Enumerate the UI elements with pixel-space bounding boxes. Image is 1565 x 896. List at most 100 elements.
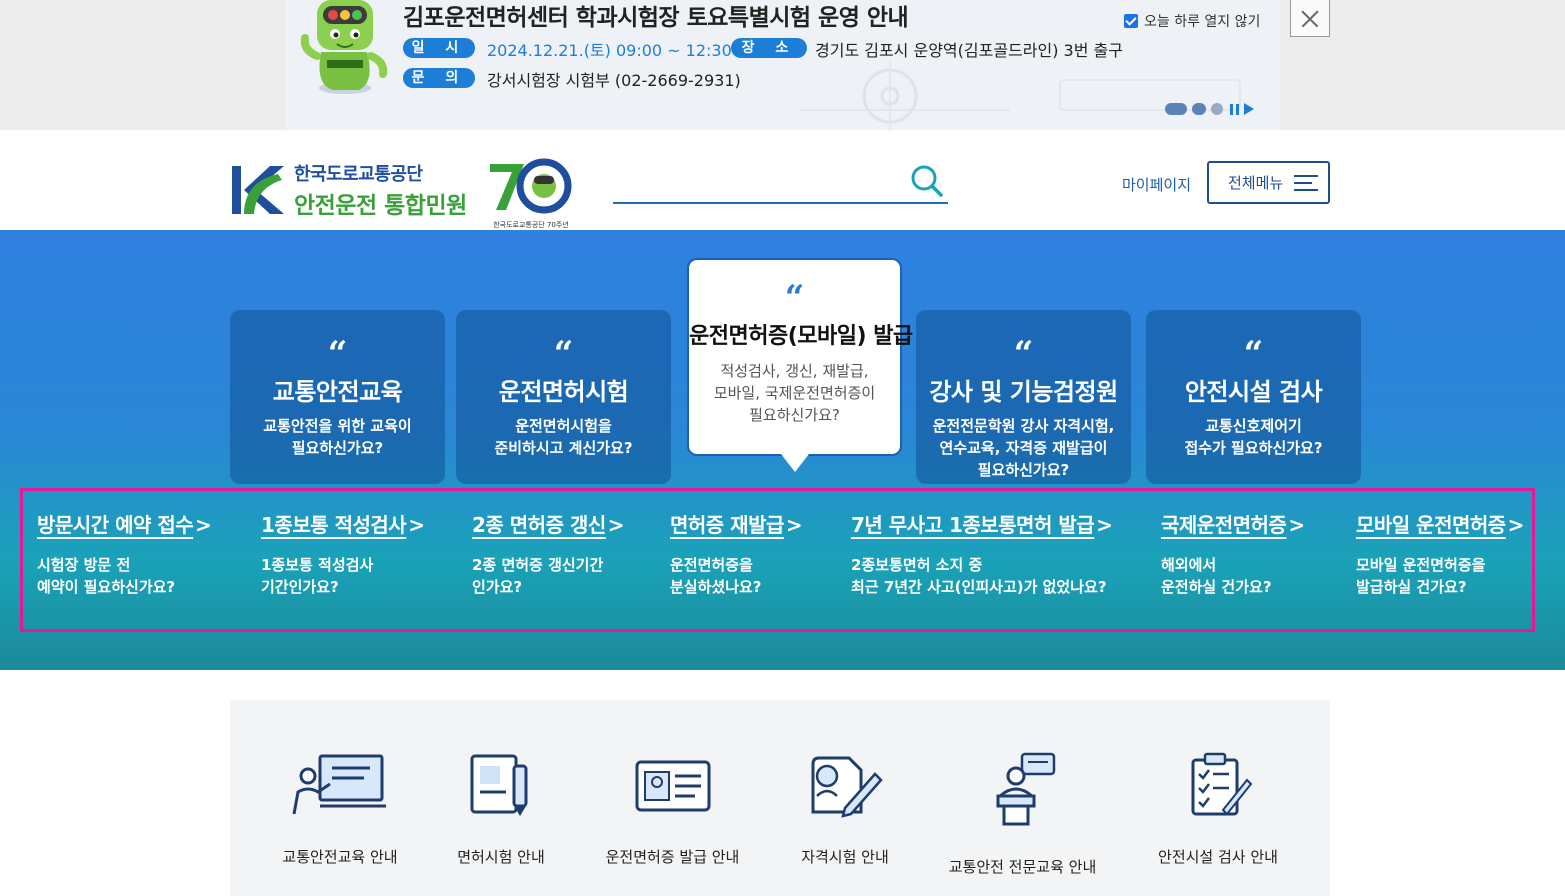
place-label-pill: 장 소 <box>731 38 807 58</box>
quote-icon: “ <box>1013 334 1034 374</box>
card-safety-facility-inspection[interactable]: “ 안전시설 검사 교통신호제어기 접수가 필요하신가요? <box>1146 310 1361 484</box>
quick-link-title: 2종 면허증 갱신 > <box>472 513 625 537</box>
chevron-right-icon: > <box>1288 513 1305 537</box>
service-name: 안전운전 통합민원 <box>294 193 467 219</box>
card-title: 교통안전교육 <box>272 378 403 406</box>
quick-link-desc: 2종보통면허 소지 중 최근 7년간 사고(인피사고)가 없었나요? <box>851 556 1107 596</box>
chevron-right-icon: > <box>1096 513 1113 537</box>
quick-link-aptitude-test[interactable]: 1종보통 적성검사 > 1종보통 적성검사 기간인가요? <box>261 509 425 598</box>
quick-link-title: 국제운전면허증 > <box>1161 513 1305 537</box>
card-license-exam[interactable]: “ 운전면허시험 운전면허시험을 준비하시고 계신가요? <box>456 310 671 484</box>
org-name: 한국도로교통공단 <box>294 164 423 185</box>
seventy-icon <box>490 158 572 214</box>
banner-contact: 강서시험장 시험부 (02-2669-2931) <box>487 71 741 90</box>
card-desc: 적성검사, 갱신, 재발급, 모바일, 국제운전면허증이 필요하신가요? <box>713 362 876 424</box>
service-label: 안전시설 검사 안내 <box>1158 848 1278 866</box>
slider-dot-1[interactable] <box>1165 103 1187 115</box>
service-label: 운전면허증 발급 안내 <box>605 848 740 866</box>
quick-link-desc: 운전면허증을 분실하셨나요? <box>670 556 762 596</box>
slider-dot-3[interactable] <box>1211 103 1223 115</box>
close-banner-button[interactable] <box>1290 0 1330 37</box>
card-license-issue[interactable]: “ 운전면허증(모바일) 발급 적성검사, 갱신, 재발급, 모바일, 국제운전면… <box>687 258 913 472</box>
chevron-right-icon: > <box>1507 513 1525 537</box>
quick-link-desc: 2종 면허증 갱신기간 인가요? <box>472 556 604 596</box>
play-icon[interactable] <box>1244 103 1254 115</box>
chevron-right-icon: > <box>408 513 425 537</box>
mascot-icon <box>300 0 388 94</box>
lecturer-icon <box>996 752 1055 826</box>
service-label: 자격시험 안내 <box>801 848 889 866</box>
slider-dot-2[interactable] <box>1192 103 1206 115</box>
service-expert-education-guide[interactable]: 교통안전 전문교육 안내 <box>940 752 1105 877</box>
mypage-link[interactable]: 마이페이지 <box>1122 174 1191 195</box>
all-menu-button[interactable]: 전체메뉴 <box>1207 161 1330 204</box>
quick-link-desc: 시험장 방문 전 예약이 필요하신가요? <box>37 556 176 596</box>
quote-icon: “ <box>784 278 805 318</box>
dont-show-checkbox[interactable] <box>1124 14 1138 28</box>
hamburger-icon <box>1294 175 1318 191</box>
service-license-issue-guide[interactable]: 운전면허증 발급 안내 <box>600 752 745 867</box>
quick-link-mobile-license[interactable]: 모바일 운전면허증 > 모바일 운전면허증을 발급하실 건가요? <box>1356 509 1524 598</box>
all-menu-label: 전체메뉴 <box>1228 174 1284 192</box>
site-header: 한국도로교통공단 안전운전 통합민원 한국도로교통공단 70주년 마이페이지 전… <box>0 130 1565 230</box>
service-traffic-education-guide[interactable]: 교통안전교육 안내 <box>280 752 400 867</box>
service-label: 교통안전교육 안내 <box>282 848 398 866</box>
quote-icon: “ <box>553 334 574 374</box>
banner-title: 김포운전면허센터 학과시험장 토요특별시험 운영 안내 <box>403 5 909 31</box>
card-desc: 교통신호제어기 접수가 필요하신가요? <box>1184 417 1323 457</box>
chevron-right-icon: > <box>195 513 212 537</box>
quick-links-panel: 방문시간 예약 접수 > 시험장 방문 전 예약이 필요하신가요? 1종보통 적성검… <box>20 488 1535 632</box>
quick-link-title: 면허증 재발급 > <box>670 513 803 537</box>
quote-icon: “ <box>327 334 348 374</box>
exam-icon <box>811 756 883 818</box>
quick-link-title: 1종보통 적성검사 > <box>261 513 425 537</box>
service-guides: 교통안전교육 안내 면허시험 안내 운전면허증 발급 안내 자격시험 안내 교통… <box>230 700 1330 896</box>
quick-link-title: 방문시간 예약 접수 > <box>37 513 212 537</box>
quick-link-desc: 1종보통 적성검사 기간인가요? <box>261 556 374 596</box>
site-logo[interactable]: 한국도로교통공단 안전운전 통합민원 <box>230 160 467 220</box>
card-instructor-examiner[interactable]: “ 강사 및 기능검정원 운전전문학원 강사 자격시험, 연수교육, 자격증 재발… <box>916 310 1131 484</box>
slider-controls <box>1165 103 1254 115</box>
search-icon[interactable] <box>910 164 944 198</box>
card-title: 운전면허증(모바일) 발급 <box>689 324 913 349</box>
service-facility-inspection-guide[interactable]: 안전시설 검사 안내 <box>1150 752 1286 867</box>
dont-show-label: 오늘 하루 열지 않기 <box>1144 14 1261 30</box>
quote-icon: “ <box>1243 334 1264 374</box>
card-traffic-safety-education[interactable]: “ 교통안전교육 교통안전을 위한 교육이 필요하신가요? <box>230 310 445 484</box>
id-card-icon <box>635 760 710 812</box>
checklist-icon <box>1191 752 1253 816</box>
banner-place: 경기도 김포시 운양역(김포골드라인) 3번 출구 <box>815 41 1123 60</box>
card-desc: 운전전문학원 강사 자격시험, 연수교육, 자격증 재발급이 필요하신가요? <box>932 417 1115 479</box>
search-box <box>613 162 948 204</box>
banner-date: 2024.12.21.(토) 09:00 ~ 12:30 <box>487 41 732 60</box>
quick-link-title: 모바일 운전면허증 > <box>1356 513 1525 537</box>
quick-link-title: 7년 무사고 1종보통면허 발급 > <box>851 513 1113 537</box>
koroad-logo-icon <box>232 166 284 214</box>
quick-link-desc: 해외에서 운전하실 건가요? <box>1161 556 1272 596</box>
quick-link-license-reissue[interactable]: 면허증 재발급 > 운전면허증을 분실하셨나요? <box>670 509 803 598</box>
card-title: 운전면허시험 <box>498 378 629 406</box>
search-input[interactable] <box>613 168 903 198</box>
quick-link-accident-free-license[interactable]: 7년 무사고 1종보통면허 발급 > 2종보통면허 소지 중 최근 7년간 사고(인… <box>851 509 1113 598</box>
quick-link-desc: 모바일 운전면허증을 발급하실 건가요? <box>1356 556 1486 596</box>
card-desc: 교통안전을 위한 교육이 필요하신가요? <box>263 417 412 457</box>
service-qualification-exam-guide[interactable]: 자격시험 안내 <box>790 752 900 867</box>
anniversary-caption: 한국도로교통공단 70주년 <box>493 221 569 229</box>
quick-link-visit-reservation[interactable]: 방문시간 예약 접수 > 시험장 방문 전 예약이 필요하신가요? <box>37 509 212 598</box>
service-license-exam-guide[interactable]: 면허시험 안내 <box>446 752 556 867</box>
anniversary-emblem: 한국도로교통공단 70주년 <box>488 158 574 229</box>
date-label-pill: 일 시 <box>403 38 475 58</box>
service-label: 면허시험 안내 <box>457 848 545 866</box>
document-pencil-icon <box>470 754 528 816</box>
service-label: 교통안전 전문교육 안내 <box>948 858 1097 876</box>
quick-link-license-renewal[interactable]: 2종 면허증 갱신 > 2종 면허증 갱신기간 인가요? <box>472 509 625 598</box>
pause-icon[interactable] <box>1230 103 1239 115</box>
contact-label-pill: 문 의 <box>403 68 475 88</box>
popup-banner-area: 김포운전면허센터 학과시험장 토요특별시험 운영 안내 일 시 2024.12.… <box>0 0 1565 130</box>
hero-section: “ 교통안전교육 교통안전을 위한 교육이 필요하신가요? “ 운전면허시험 운전… <box>0 230 1565 670</box>
dont-show-today-option[interactable]: 오늘 하루 열지 않기 <box>1124 11 1260 31</box>
quick-link-international-license[interactable]: 국제운전면허증 > 해외에서 운전하실 건가요? <box>1161 509 1305 598</box>
card-title: 안전시설 검사 <box>1184 378 1323 406</box>
card-desc: 운전면허시험을 준비하시고 계신가요? <box>494 417 633 457</box>
card-title: 강사 및 기능검정원 <box>929 378 1118 406</box>
